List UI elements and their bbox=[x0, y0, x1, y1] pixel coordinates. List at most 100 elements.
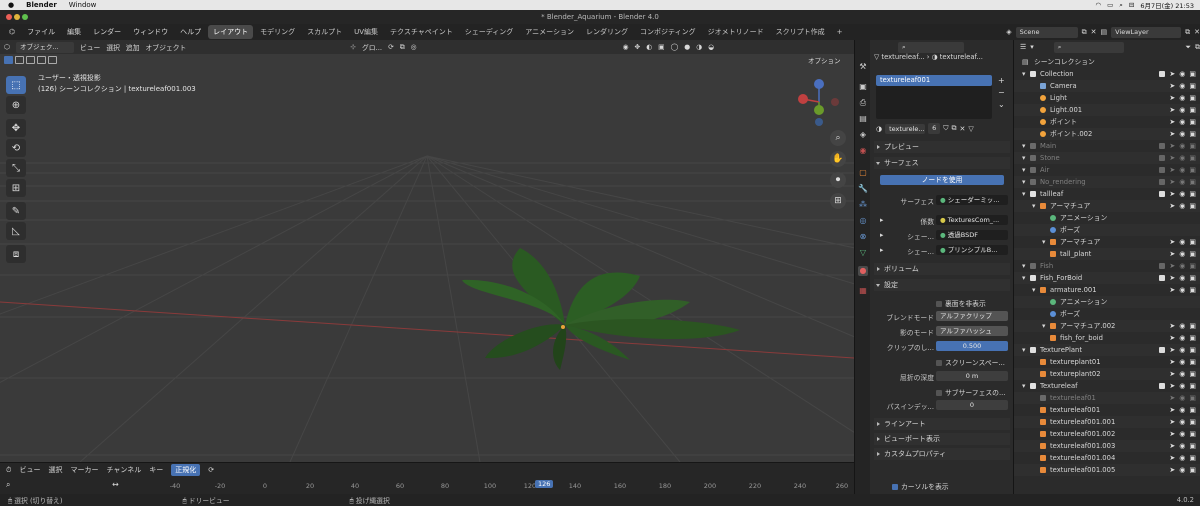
expand-toggle-icon[interactable]: ▾ bbox=[1022, 272, 1025, 284]
refraction-depth-field[interactable]: 0 m bbox=[936, 371, 1008, 381]
add-workspace-icon[interactable]: + bbox=[832, 26, 848, 38]
outliner-row-mesh[interactable]: textureleaf001.001 ➤ ◉ ▣ bbox=[1014, 416, 1200, 428]
outliner-row-collection[interactable]: ▾ tallleaf ➤ ◉ ▣ bbox=[1014, 188, 1200, 200]
material-slot-item[interactable]: textureleaf001 bbox=[876, 75, 992, 86]
timeline-marker-menu[interactable]: マーカー bbox=[70, 465, 98, 475]
select-arrow-icon[interactable]: ➤ bbox=[1169, 200, 1175, 212]
exclude-checkbox[interactable] bbox=[1159, 383, 1166, 389]
outliner-row-mesh[interactable]: textureleaf001.002 ➤ ◉ ▣ bbox=[1014, 428, 1200, 440]
outliner-row-armature[interactable]: ▾ アーマチュア ➤ ◉ ▣ bbox=[1014, 200, 1200, 212]
select-arrow-icon[interactable]: ➤ bbox=[1169, 332, 1175, 344]
camera-render-icon[interactable]: ▣ bbox=[1189, 464, 1196, 476]
select-arrow-icon[interactable]: ➤ bbox=[1169, 248, 1175, 260]
delete-viewlayer-icon[interactable]: ✕ bbox=[1194, 28, 1200, 36]
outliner-row-mesh[interactable]: textureleaf001.005 ➤ ◉ ▣ bbox=[1014, 464, 1200, 476]
camera-render-icon[interactable]: ▣ bbox=[1189, 92, 1196, 104]
pivot-icon[interactable]: ⟳ bbox=[388, 43, 394, 51]
tab-layout[interactable]: レイアウト bbox=[208, 25, 254, 39]
mac-app-menu[interactable]: Blender bbox=[26, 1, 57, 9]
outliner-row-mesh[interactable]: fish_for_boid ➤ ◉ ▣ bbox=[1014, 332, 1200, 344]
material-tab-icon[interactable]: ● bbox=[858, 266, 868, 276]
camera-render-icon[interactable]: ▣ bbox=[1189, 356, 1196, 368]
select-arrow-icon[interactable]: ➤ bbox=[1169, 452, 1175, 464]
outliner-row-animation[interactable]: アニメーション bbox=[1014, 296, 1200, 308]
exclude-checkbox[interactable] bbox=[1159, 275, 1166, 281]
eye-icon[interactable]: ◉ bbox=[1179, 440, 1185, 452]
eye-icon[interactable]: ◉ bbox=[1179, 176, 1185, 188]
select-arrow-icon[interactable]: ➤ bbox=[1169, 428, 1175, 440]
select-intersect-icon[interactable] bbox=[48, 56, 57, 64]
zoom-window-button[interactable] bbox=[22, 14, 28, 20]
camera-render-icon[interactable]: ▣ bbox=[1189, 188, 1196, 200]
camera-render-icon[interactable]: ▣ bbox=[1189, 68, 1196, 80]
eye-icon[interactable]: ◉ bbox=[1179, 104, 1185, 116]
outliner-row-mesh[interactable]: textureleaf001.003 ➤ ◉ ▣ bbox=[1014, 440, 1200, 452]
view-layer-tab-icon[interactable]: ▤ bbox=[858, 114, 868, 124]
minimize-window-button[interactable] bbox=[14, 14, 20, 20]
exclude-checkbox[interactable] bbox=[1159, 179, 1166, 185]
blender-logo-icon[interactable]: ⌬ bbox=[4, 28, 20, 36]
cursor-tool-icon[interactable]: ⊕ bbox=[6, 96, 26, 114]
eye-icon[interactable]: ◉ bbox=[1179, 260, 1185, 272]
add-cube-tool-icon[interactable]: ⧈ bbox=[6, 245, 26, 263]
scene-tab-icon[interactable]: ◈ bbox=[858, 130, 868, 140]
outliner-row-armature[interactable]: ▾ アーマチュア.002 ➤ ◉ ▣ bbox=[1014, 320, 1200, 332]
menu-help[interactable]: ヘルプ bbox=[175, 27, 206, 37]
blend-mode-select[interactable]: アルファクリップ bbox=[936, 311, 1008, 321]
tab-modeling[interactable]: モデリング bbox=[255, 25, 300, 39]
screenspace-checkbox[interactable]: スクリーンスペー... bbox=[936, 357, 1005, 367]
tab-rendering[interactable]: レンダリング bbox=[581, 25, 633, 39]
eye-icon[interactable]: ◉ bbox=[1179, 128, 1185, 140]
subsurface-checkbox[interactable]: サブサーフェスの... bbox=[936, 387, 1005, 397]
eye-icon[interactable]: ◉ bbox=[1179, 368, 1185, 380]
camera-render-icon[interactable]: ▣ bbox=[1189, 332, 1196, 344]
timeline-refresh-icon[interactable]: ⟳ bbox=[208, 466, 214, 474]
outliner-row-collection[interactable]: ▾ Fish ➤ ◉ ▣ bbox=[1014, 260, 1200, 272]
section-viewport-display[interactable]: ビューポート表示 bbox=[874, 433, 1010, 445]
control-center-icon[interactable]: ⊟ bbox=[1129, 1, 1134, 9]
camera-render-icon[interactable]: ▣ bbox=[1189, 116, 1196, 128]
camera-render-icon[interactable]: ▣ bbox=[1189, 272, 1196, 284]
editor-type-icon[interactable]: ⬡ bbox=[4, 43, 10, 51]
fake-user-icon[interactable]: ⛉ bbox=[943, 124, 948, 133]
outliner-row-pose[interactable]: ポーズ bbox=[1014, 308, 1200, 320]
use-nodes-button[interactable]: ノードを使用 bbox=[880, 175, 1004, 185]
select-invert-icon[interactable] bbox=[37, 56, 46, 64]
eye-icon[interactable]: ◉ bbox=[1179, 140, 1185, 152]
select-arrow-icon[interactable]: ➤ bbox=[1169, 68, 1175, 80]
object-menu[interactable]: オブジェクト bbox=[146, 42, 187, 52]
orientation-icon[interactable]: ⊹ bbox=[350, 43, 356, 51]
shader2-field[interactable]: ● プリンシプルB... bbox=[936, 245, 1008, 255]
solid-shading-icon[interactable]: ● bbox=[684, 43, 690, 51]
expand-toggle-icon[interactable]: ▾ bbox=[1042, 236, 1045, 248]
snap-icon[interactable]: ⧉ bbox=[400, 43, 405, 52]
select-arrow-icon[interactable]: ➤ bbox=[1169, 188, 1175, 200]
constraint-tab-icon[interactable]: ⊗ bbox=[858, 232, 868, 242]
measure-tool-icon[interactable]: ◺ bbox=[6, 222, 26, 240]
eye-icon[interactable]: ◉ bbox=[1179, 344, 1185, 356]
expand-toggle-icon[interactable]: ▾ bbox=[1022, 164, 1025, 176]
gizmo-icon[interactable]: ✥ bbox=[635, 43, 641, 51]
camera-render-icon[interactable]: ▣ bbox=[1189, 368, 1196, 380]
expand-toggle-icon[interactable]: ▾ bbox=[1032, 200, 1035, 212]
show-cursor-option[interactable]: カーソルを表示 bbox=[892, 481, 949, 491]
eye-icon[interactable]: ◉ bbox=[1179, 332, 1185, 344]
select-arrow-icon[interactable]: ➤ bbox=[1169, 404, 1175, 416]
factor-field[interactable]: ● TexturesCom_... bbox=[936, 215, 1008, 225]
eye-icon[interactable]: ◉ bbox=[1179, 68, 1185, 80]
display-mode-icon[interactable]: ▾ bbox=[1030, 43, 1034, 51]
camera-render-icon[interactable]: ▣ bbox=[1189, 452, 1196, 464]
select-arrow-icon[interactable]: ➤ bbox=[1169, 356, 1175, 368]
tab-animation[interactable]: アニメーション bbox=[520, 25, 579, 39]
material-name-field[interactable]: texturele... bbox=[885, 123, 926, 134]
new-viewlayer-icon[interactable]: ⧉ bbox=[1185, 28, 1190, 37]
viewlayer-field[interactable]: ViewLayer bbox=[1111, 26, 1182, 38]
select-arrow-icon[interactable]: ➤ bbox=[1169, 368, 1175, 380]
eye-icon[interactable]: ◉ bbox=[1179, 272, 1185, 284]
outliner-row-mesh[interactable]: tall_plant ➤ ◉ ▣ bbox=[1014, 248, 1200, 260]
outliner-row-light[interactable]: ポイント ➤ ◉ ▣ bbox=[1014, 116, 1200, 128]
material-slot-list[interactable]: textureleaf001 bbox=[876, 75, 992, 119]
zoom-view-icon[interactable]: ⌕ bbox=[830, 130, 846, 146]
outliner-row-armature[interactable]: ▾ アーマチュア ➤ ◉ ▣ bbox=[1014, 236, 1200, 248]
select-menu[interactable]: 選択 bbox=[106, 42, 120, 52]
